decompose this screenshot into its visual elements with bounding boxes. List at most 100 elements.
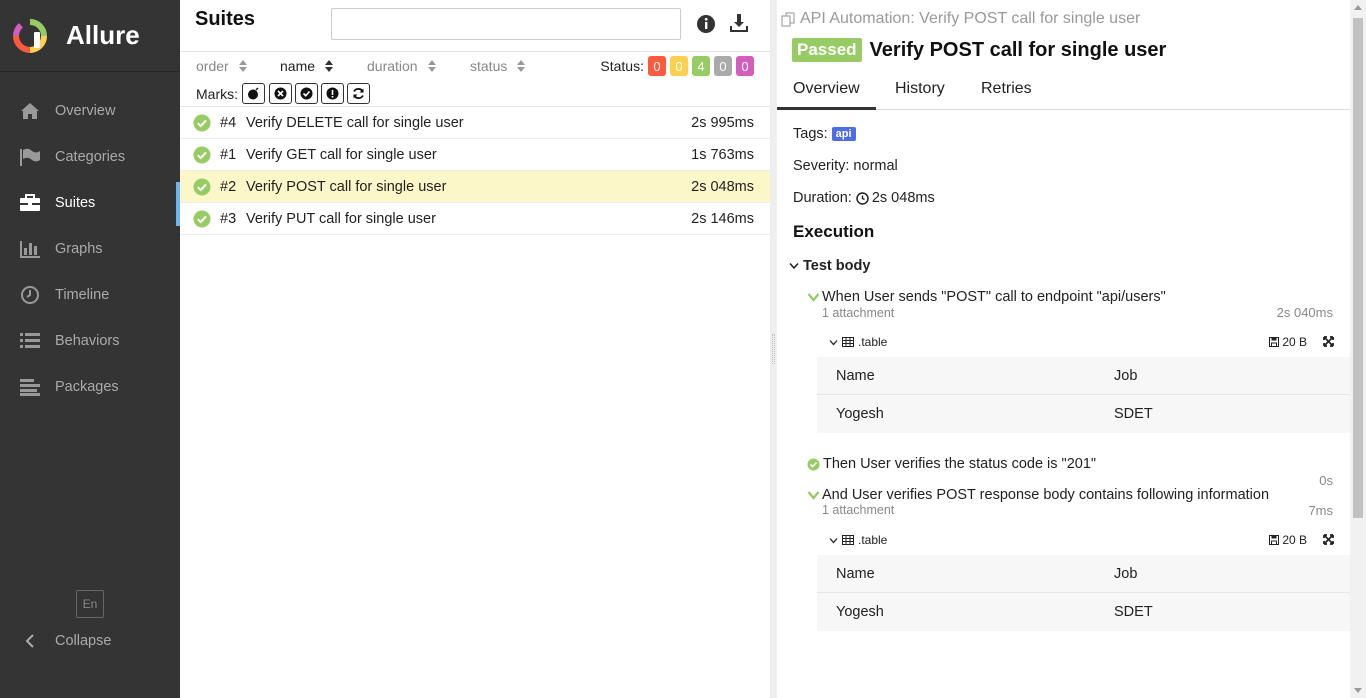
- test-row[interactable]: #1 Verify GET call for single user 1s 76…: [180, 139, 770, 171]
- table-cell: Name: [836, 367, 875, 384]
- table-row: Yogesh SDET: [817, 593, 1350, 631]
- sidebar-item-label: Timeline: [55, 287, 110, 303]
- sidebar: Allure Overview Categories Suites Graphs…: [0, 0, 180, 698]
- breadcrumb[interactable]: API Automation: Verify POST call for sin…: [781, 10, 1140, 28]
- sort-status-label: status: [470, 58, 508, 74]
- test-number: #3: [220, 210, 237, 227]
- sort-order-label: order: [196, 58, 229, 74]
- info-icon[interactable]: [696, 14, 716, 34]
- mark-new-failed-button[interactable]: [269, 83, 292, 104]
- attachment-table: Name Job Yogesh SDET: [817, 357, 1350, 433]
- test-row[interactable]: #4 Verify DELETE call for single user 2s…: [180, 107, 770, 139]
- step-text: Then User verifies the status code is "2…: [823, 456, 1097, 472]
- sort-bar: order name duration status Status: 0 0 4…: [180, 52, 770, 80]
- test-row[interactable]: #3 Verify PUT call for single user 2s 14…: [180, 203, 770, 235]
- tags-field: Tags: api: [793, 126, 856, 142]
- mark-retries-button[interactable]: [347, 83, 370, 104]
- execution-heading: Execution: [793, 222, 875, 241]
- sort-arrows-icon: [517, 60, 526, 72]
- tag-badge[interactable]: api: [831, 127, 856, 141]
- allure-logo: [13, 18, 47, 53]
- chevron-down-icon: [807, 293, 820, 302]
- sidebar-item-label: Categories: [55, 149, 126, 165]
- table-cell: Job: [1114, 565, 1138, 582]
- severity-field: Severity: normal: [793, 158, 898, 174]
- attachment-toggle[interactable]: .table: [829, 335, 887, 349]
- suites-header: Suites: [180, 0, 770, 52]
- vertical-scrollbar[interactable]: [1350, 0, 1366, 698]
- test-number: #2: [220, 178, 237, 195]
- mark-new-passed-button[interactable]: [295, 83, 318, 104]
- scroll-up-arrow[interactable]: [1354, 5, 1362, 10]
- tab-overview[interactable]: Overview: [777, 80, 876, 110]
- expand-icon[interactable]: [1323, 534, 1334, 545]
- chevron-down-icon: [807, 491, 820, 500]
- test-duration: 2s 048ms: [691, 178, 754, 195]
- test-name: Verify POST call for single user: [246, 178, 447, 195]
- step-text: When User sends "POST" call to endpoint …: [822, 289, 1166, 305]
- scrollbar-thumb[interactable]: [1353, 18, 1363, 518]
- table-cell: Name: [836, 565, 875, 582]
- sidebar-item-overview[interactable]: Overview: [0, 88, 180, 134]
- passed-icon: [193, 178, 211, 196]
- sort-duration[interactable]: duration: [367, 58, 436, 74]
- test-number: #1: [220, 146, 237, 163]
- step-duration: 7ms: [1308, 503, 1333, 518]
- attachment-size[interactable]: 20 B: [1269, 335, 1307, 349]
- sidebar-item-label: Packages: [55, 379, 119, 395]
- brand[interactable]: Allure: [0, 0, 180, 72]
- status-unknown-badge[interactable]: 0: [736, 56, 754, 76]
- step-row[interactable]: Then User verifies the status code is "2…: [807, 456, 1096, 472]
- sidebar-nav: Overview Categories Suites Graphs Timeli…: [0, 88, 180, 410]
- download-icon[interactable]: [728, 12, 750, 34]
- sidebar-item-behaviors[interactable]: Behaviors: [0, 318, 180, 364]
- sort-status[interactable]: status: [470, 58, 526, 74]
- mark-flaky-button[interactable]: [242, 83, 265, 104]
- attachment-size[interactable]: 20 B: [1269, 533, 1307, 547]
- test-duration: 2s 995ms: [691, 114, 754, 131]
- briefcase-icon: [18, 191, 42, 215]
- sidebar-item-categories[interactable]: Categories: [0, 134, 180, 180]
- sidebar-item-graphs[interactable]: Graphs: [0, 226, 180, 272]
- sort-order[interactable]: order: [196, 58, 247, 74]
- clock-icon: [856, 191, 869, 205]
- test-duration: 1s 763ms: [691, 146, 754, 163]
- step-row[interactable]: When User sends "POST" call to endpoint …: [807, 289, 1166, 305]
- collapse-button[interactable]: Collapse: [18, 628, 111, 654]
- status-filter: Status: 0 0 4 0 0: [600, 56, 754, 76]
- sort-arrows-icon: [427, 60, 436, 72]
- check-circle-icon: [300, 87, 313, 100]
- step-row[interactable]: And User verifies POST response body con…: [807, 487, 1269, 503]
- sidebar-item-timeline[interactable]: Timeline: [0, 272, 180, 318]
- table-row: Name Job: [817, 357, 1350, 395]
- save-icon: [1269, 337, 1280, 347]
- sidebar-item-label: Suites: [55, 195, 96, 211]
- language-switch[interactable]: En: [76, 590, 104, 618]
- scroll-down-arrow[interactable]: [1354, 688, 1362, 693]
- sort-name[interactable]: name: [280, 58, 334, 74]
- brand-name: Allure: [66, 20, 140, 50]
- attachment-toggle[interactable]: .table: [829, 533, 887, 547]
- sidebar-item-packages[interactable]: Packages: [0, 364, 180, 410]
- status-passed-badge[interactable]: 4: [692, 56, 710, 76]
- test-row[interactable]: #2 Verify POST call for single user 2s 0…: [180, 171, 770, 203]
- bomb-icon: [248, 87, 259, 100]
- tab-history[interactable]: History: [895, 80, 945, 98]
- status-skipped-badge[interactable]: 0: [714, 56, 732, 76]
- refresh-icon: [353, 88, 364, 99]
- search-input[interactable]: [331, 8, 681, 40]
- home-icon: [18, 99, 42, 123]
- pane-splitter[interactable]: [770, 0, 777, 698]
- expand-icon[interactable]: [1323, 336, 1334, 347]
- detail-tabs: Overview History Retries: [777, 73, 1350, 110]
- tab-retries[interactable]: Retries: [981, 80, 1032, 98]
- status-broken-badge[interactable]: 0: [670, 56, 688, 76]
- test-body-toggle[interactable]: Test body: [789, 258, 870, 274]
- sidebar-item-suites[interactable]: Suites: [0, 180, 180, 226]
- attachment-size-value: 20 B: [1282, 533, 1307, 547]
- passed-icon: [193, 210, 211, 228]
- status-failed-badge[interactable]: 0: [648, 56, 666, 76]
- marks-label: Marks:: [196, 86, 238, 102]
- sidebar-item-label: Overview: [55, 103, 116, 119]
- mark-new-broken-button[interactable]: [321, 83, 344, 104]
